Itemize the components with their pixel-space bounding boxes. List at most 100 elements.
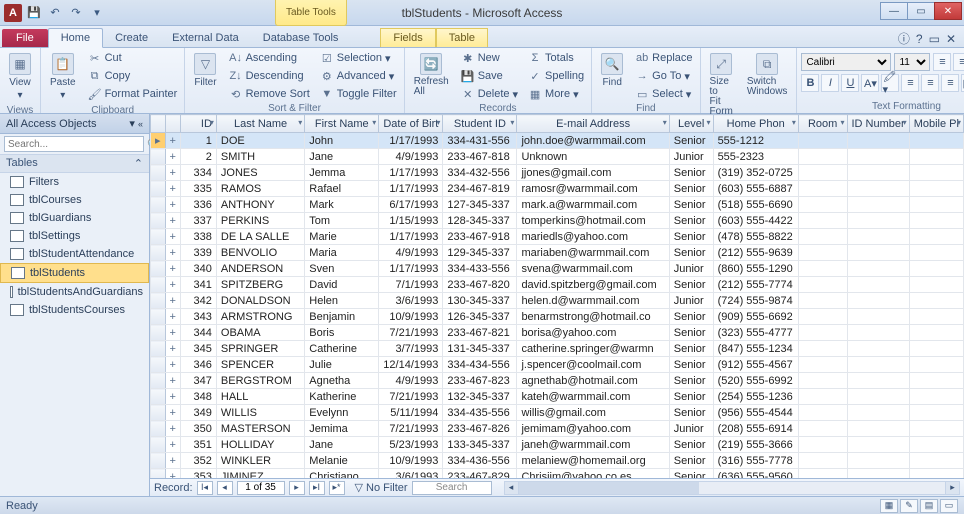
cell[interactable]: Senior	[669, 309, 713, 325]
cell[interactable]: 345	[180, 341, 216, 357]
column-header[interactable]: Room▾	[798, 115, 847, 133]
cell[interactable]: 1/17/1993	[379, 229, 443, 245]
cell[interactable]: Senior	[669, 213, 713, 229]
cell[interactable]	[798, 181, 847, 197]
cell[interactable]: ANTHONY	[216, 197, 304, 213]
underline-button[interactable]: U	[841, 74, 859, 92]
cell[interactable]: borisa@yahoo.com	[517, 325, 669, 341]
cell[interactable]: benarmstrong@hotmail.co	[517, 309, 669, 325]
cell[interactable]: Junior	[669, 149, 713, 165]
cell[interactable]: 337	[180, 213, 216, 229]
cell[interactable]	[847, 213, 909, 229]
column-header[interactable]: Last Name▾	[216, 115, 304, 133]
cell[interactable]: Senior	[669, 277, 713, 293]
cell[interactable]: 342	[180, 293, 216, 309]
mdi-restore-icon[interactable]: ▭	[929, 32, 940, 46]
advanced-button[interactable]: ⚙Advanced ▾	[317, 68, 400, 84]
cell[interactable]: 2	[180, 149, 216, 165]
cell[interactable]: Christiano	[305, 469, 379, 479]
cell[interactable]: (518) 555-6690	[713, 197, 798, 213]
cell[interactable]: OBAMA	[216, 325, 304, 341]
cell[interactable]	[798, 229, 847, 245]
cell[interactable]: Jemma	[305, 165, 379, 181]
tab-table[interactable]: Table	[436, 28, 488, 47]
delete-record-button[interactable]: ✕Delete ▾	[458, 86, 521, 102]
expand-subrow[interactable]: +	[165, 277, 180, 293]
expand-subrow[interactable]: +	[165, 309, 180, 325]
cell[interactable]: 350	[180, 421, 216, 437]
cell[interactable]	[798, 373, 847, 389]
cell[interactable]: mariedls@yahoo.com	[517, 229, 669, 245]
cell[interactable]: 349	[180, 405, 216, 421]
cell[interactable]: 128-345-337	[443, 213, 517, 229]
cell[interactable]	[909, 149, 963, 165]
undo-icon[interactable]: ↶	[46, 4, 64, 22]
cell[interactable]: melaniew@homemail.org	[517, 453, 669, 469]
view-button[interactable]: ▦ View ▾	[4, 50, 36, 104]
table-row[interactable]: +334JONESJemma1/17/1993334-432-556jjones…	[151, 165, 964, 181]
cell[interactable]: 132-345-337	[443, 389, 517, 405]
cell[interactable]	[909, 293, 963, 309]
nav-item-tblcourses[interactable]: tblCourses	[0, 191, 149, 209]
cell[interactable]: 131-345-337	[443, 341, 517, 357]
cell[interactable]: jemimam@yahoo.com	[517, 421, 669, 437]
cell[interactable]	[909, 325, 963, 341]
cell[interactable]	[798, 405, 847, 421]
column-header[interactable]: ID Number▾	[847, 115, 909, 133]
cell[interactable]: BERGSTROM	[216, 373, 304, 389]
decrease-indent-icon[interactable]: ≡	[933, 53, 951, 71]
cell[interactable]	[909, 453, 963, 469]
cell[interactable]	[909, 437, 963, 453]
row-selector[interactable]	[151, 405, 166, 421]
save-record-button[interactable]: 💾Save	[458, 68, 521, 84]
cell[interactable]: 335	[180, 181, 216, 197]
table-row[interactable]: +348HALLKatherine7/21/1993132-345-337kat…	[151, 389, 964, 405]
cell[interactable]: HOLLIDAY	[216, 437, 304, 453]
replace-button[interactable]: abReplace	[632, 50, 695, 66]
qat-dropdown-icon[interactable]: ▾	[88, 4, 106, 22]
cell[interactable]	[847, 245, 909, 261]
cell[interactable]: 4/9/1993	[379, 149, 443, 165]
expand-subrow[interactable]: +	[165, 197, 180, 213]
first-record-button[interactable]: I◂	[197, 481, 213, 495]
cell[interactable]: 334-435-556	[443, 405, 517, 421]
cell[interactable]: Junior	[669, 261, 713, 277]
table-row[interactable]: +2SMITHJane4/9/1993233-467-818UnknownJun…	[151, 149, 964, 165]
cell[interactable]: 1/17/1993	[379, 165, 443, 181]
cell[interactable]: Senior	[669, 357, 713, 373]
cell[interactable]	[847, 277, 909, 293]
cell[interactable]: Benjamin	[305, 309, 379, 325]
cell[interactable]: Julie	[305, 357, 379, 373]
row-selector[interactable]	[151, 245, 166, 261]
column-header[interactable]: Home Phon▾	[713, 115, 798, 133]
cell[interactable]: SPENCER	[216, 357, 304, 373]
cell[interactable]: helen.d@warmmail.com	[517, 293, 669, 309]
refresh-all-button[interactable]: 🔄 Refresh All	[409, 50, 454, 100]
table-row[interactable]: +339BENVOLIOMaria4/9/1993129-345-337mari…	[151, 245, 964, 261]
expand-subrow[interactable]: +	[165, 469, 180, 479]
cell[interactable]	[798, 197, 847, 213]
row-selector[interactable]	[151, 293, 166, 309]
cell[interactable]: Mark	[305, 197, 379, 213]
cell[interactable]: 233-467-823	[443, 373, 517, 389]
row-selector[interactable]	[151, 181, 166, 197]
table-row[interactable]: +346SPENCERJulie12/14/1993334-434-556j.s…	[151, 357, 964, 373]
cell[interactable]	[909, 133, 963, 149]
table-row[interactable]: +349WILLISEvelynn5/11/1994334-435-556wil…	[151, 405, 964, 421]
cell[interactable]: tomperkins@hotmail.com	[517, 213, 669, 229]
copy-button[interactable]: ⧉Copy	[85, 68, 181, 84]
cell[interactable]: willis@gmail.com	[517, 405, 669, 421]
align-center-icon[interactable]: ≡	[921, 74, 939, 92]
column-dropdown-icon[interactable]: ▾	[436, 118, 440, 127]
expand-subrow[interactable]: +	[165, 437, 180, 453]
table-row[interactable]: +343ARMSTRONGBenjamin10/9/1993126-345-33…	[151, 309, 964, 325]
cell[interactable]: (520) 555-6992	[713, 373, 798, 389]
cell[interactable]: (912) 555-4567	[713, 357, 798, 373]
cell[interactable]: ARMSTRONG	[216, 309, 304, 325]
bold-button[interactable]: B	[801, 74, 819, 92]
cell[interactable]: DE LA SALLE	[216, 229, 304, 245]
cell[interactable]: 6/17/1993	[379, 197, 443, 213]
cell[interactable]: mark.a@warmmail.com	[517, 197, 669, 213]
cell[interactable]	[909, 213, 963, 229]
cell[interactable]	[847, 293, 909, 309]
